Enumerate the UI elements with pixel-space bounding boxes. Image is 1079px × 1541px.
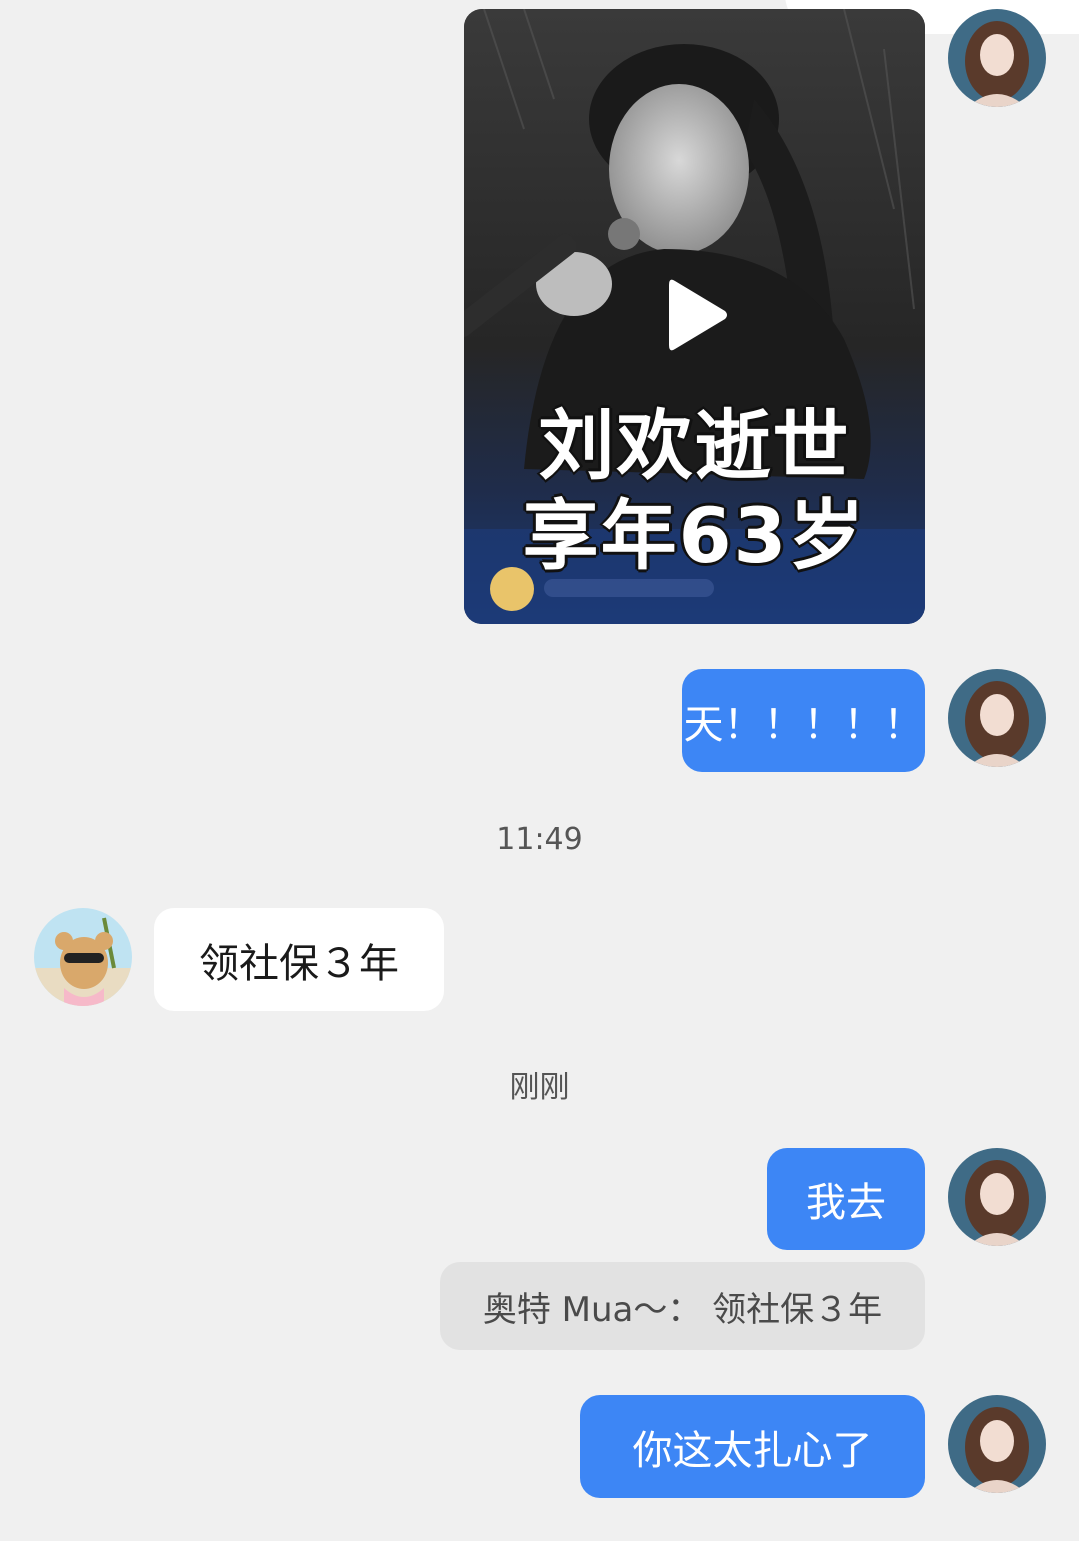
message-bubble-self[interactable]: 天！！！！！ [682, 669, 925, 772]
play-icon[interactable] [667, 277, 729, 353]
video-message[interactable]: 刘欢逝世 享年63岁 [464, 9, 925, 624]
message-text: 我去 [806, 1180, 886, 1226]
quoted-message[interactable]: 奥特 Mua～： 领社保３年 [440, 1262, 925, 1350]
message-bubble-self[interactable]: 你这太扎心了 [580, 1395, 925, 1498]
quoted-text: 奥特 Mua～： 领社保３年 [482, 1289, 883, 1330]
video-caption-line-2: 享年63岁 [521, 490, 867, 582]
message-text: 你这太扎心了 [632, 1427, 873, 1474]
timestamp: 11:49 [496, 822, 583, 857]
self-avatar[interactable] [948, 1395, 1046, 1493]
message-bubble-self[interactable]: 我去 [767, 1148, 925, 1250]
self-avatar[interactable] [948, 9, 1046, 107]
message-bubble-other[interactable]: 领社保３年 [154, 908, 444, 1011]
self-avatar[interactable] [948, 1148, 1046, 1246]
contact-avatar[interactable] [34, 908, 132, 1006]
message-text: 天！！！！！ [683, 701, 924, 748]
timestamp: 刚刚 [509, 1070, 570, 1105]
chat-window: 刘欢逝世 享年63岁 天！！！！！ 11:49 领社保３年 刚刚 我去 奥特 M… [0, 0, 1079, 1541]
message-text: 领社保３年 [199, 940, 399, 987]
self-avatar[interactable] [948, 669, 1046, 767]
